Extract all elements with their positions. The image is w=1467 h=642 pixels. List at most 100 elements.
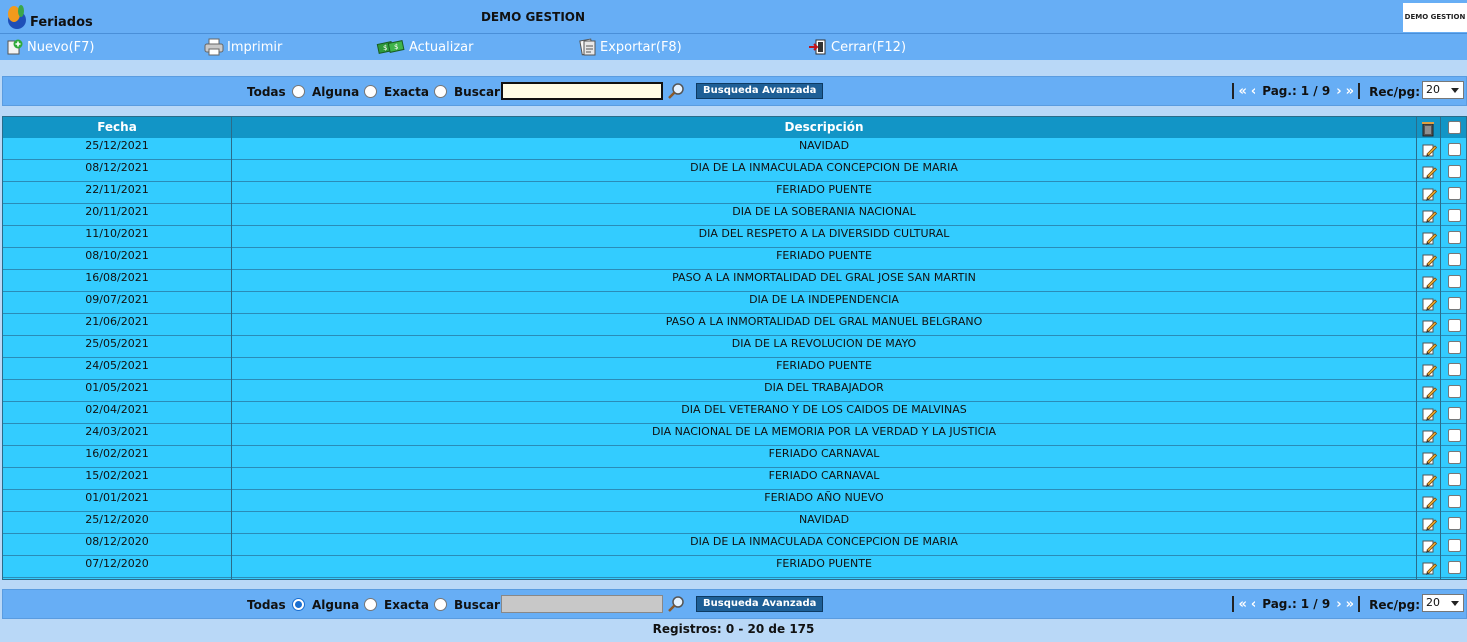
advanced-search-button[interactable]: Busqueda Avanzada <box>696 83 824 99</box>
table-row[interactable]: 24/05/2021 FERIADO PUENTE <box>3 358 1466 380</box>
row-checkbox[interactable] <box>1448 319 1461 332</box>
search-input[interactable] <box>501 595 663 613</box>
magnifier-icon[interactable] <box>667 595 685 613</box>
holidays-grid: Fecha Descripción 25/12/2021 NAVIDAD 08/12… <box>2 116 1467 580</box>
prev-page-button[interactable]: ‹ <box>1251 597 1256 612</box>
edit-pencil-icon[interactable] <box>1421 362 1437 378</box>
edit-pencil-icon[interactable] <box>1421 230 1437 246</box>
edit-pencil-icon[interactable] <box>1421 296 1437 312</box>
edit-pencil-icon[interactable] <box>1421 494 1437 510</box>
table-row[interactable]: 08/10/2021 FERIADO PUENTE <box>3 248 1466 270</box>
edit-pencil-icon[interactable] <box>1421 450 1437 466</box>
row-checkbox[interactable] <box>1448 561 1461 574</box>
print-button[interactable]: Imprimir <box>204 37 282 57</box>
row-checkbox[interactable] <box>1448 275 1461 288</box>
row-date: 07/12/2020 <box>85 557 149 570</box>
row-checkbox[interactable] <box>1448 429 1461 442</box>
search-input[interactable] <box>501 82 663 100</box>
edit-pencil-icon[interactable] <box>1421 384 1437 400</box>
table-row[interactable]: 01/05/2021 DIA DEL TRABAJADOR <box>3 380 1466 402</box>
table-row[interactable]: 15/02/2021 FERIADO CARNAVAL <box>3 468 1466 490</box>
header-date[interactable]: Fecha <box>3 117 231 138</box>
edit-pencil-icon[interactable] <box>1421 560 1437 576</box>
row-checkbox[interactable] <box>1448 253 1461 266</box>
table-row[interactable]: 21/06/2021 PASO A LA INMORTALIDAD DEL GRA… <box>3 314 1466 336</box>
edit-pencil-icon[interactable] <box>1421 472 1437 488</box>
table-row[interactable]: 25/12/2020 NAVIDAD <box>3 512 1466 534</box>
row-checkbox[interactable] <box>1448 143 1461 156</box>
edit-pencil-icon[interactable] <box>1421 274 1437 290</box>
rec-per-page-select[interactable]: 20 <box>1422 594 1464 612</box>
edit-pencil-icon[interactable] <box>1421 516 1437 532</box>
edit-pencil-icon[interactable] <box>1421 340 1437 356</box>
table-row[interactable]: 16/02/2021 FERIADO CARNAVAL <box>3 446 1466 468</box>
search-exact-radio[interactable] <box>364 598 377 611</box>
edit-pencil-icon[interactable] <box>1421 428 1437 444</box>
row-checkbox[interactable] <box>1448 517 1461 530</box>
table-row[interactable]: 11/10/2021 DIA DEL RESPETO A LA DIVERSIDD… <box>3 226 1466 248</box>
row-checkbox[interactable] <box>1448 363 1461 376</box>
new-button[interactable]: Nuevo(F7) <box>6 37 95 57</box>
advanced-search-button[interactable]: Busqueda Avanzada <box>696 596 824 612</box>
next-page-button[interactable]: › <box>1336 597 1341 612</box>
row-checkbox[interactable] <box>1448 451 1461 464</box>
row-description: FERIADO PUENTE <box>776 359 872 372</box>
table-row[interactable]: 09/07/2021 DIA DE LA INDEPENDENCIA <box>3 292 1466 314</box>
row-checkbox[interactable] <box>1448 473 1461 486</box>
row-checkbox[interactable] <box>1448 231 1461 244</box>
table-row[interactable]: 24/03/2021 DIA NACIONAL DE LA MEMORIA POR… <box>3 424 1466 446</box>
search-exact-radio[interactable] <box>364 85 377 98</box>
search-any-radio[interactable] <box>292 598 305 611</box>
table-row[interactable]: 20/11/2021 DIA DE LA SOBERANIA NACIONAL <box>3 204 1466 226</box>
trash-icon[interactable] <box>1419 119 1437 137</box>
table-row[interactable]: 08/12/2020 DIA DE LA INMACULADA CONCEPCIO… <box>3 534 1466 556</box>
export-button[interactable]: Exportar(F8) <box>577 37 682 57</box>
row-checkbox[interactable] <box>1448 407 1461 420</box>
edit-pencil-icon[interactable] <box>1421 186 1437 202</box>
row-checkbox[interactable] <box>1448 187 1461 200</box>
header-description[interactable]: Descripción <box>232 117 1416 138</box>
first-page-button[interactable]: « <box>1238 84 1246 99</box>
page-current: 1 <box>1300 84 1310 98</box>
table-row[interactable]: 25/12/2021 NAVIDAD <box>3 138 1466 160</box>
search-any-radio[interactable] <box>292 85 305 98</box>
row-checkbox[interactable] <box>1448 209 1461 222</box>
last-page-button[interactable]: » <box>1346 84 1354 99</box>
select-all-checkbox[interactable] <box>1448 121 1461 134</box>
row-description: FERIADO CARNAVAL <box>768 447 880 460</box>
first-page-button[interactable]: « <box>1238 597 1246 612</box>
edit-pencil-icon[interactable] <box>1421 208 1437 224</box>
table-row[interactable]: 25/05/2021 DIA DE LA REVOLUCION DE MAYO <box>3 336 1466 358</box>
prev-page-button[interactable]: ‹ <box>1251 84 1256 99</box>
table-row[interactable]: 16/08/2021 PASO A LA INMORTALIDAD DEL GRA… <box>3 270 1466 292</box>
edit-pencil-icon[interactable] <box>1421 538 1437 554</box>
edit-pencil-icon[interactable] <box>1421 252 1437 268</box>
row-checkbox[interactable] <box>1448 385 1461 398</box>
last-page-button[interactable]: » <box>1346 597 1354 612</box>
table-row[interactable]: 02/04/2021 DIA DEL VETERANO Y DE LOS CAID… <box>3 402 1466 424</box>
row-date: 01/05/2021 <box>85 381 149 394</box>
search-find-radio[interactable] <box>434 598 447 611</box>
edit-pencil-icon[interactable] <box>1421 318 1437 334</box>
table-row[interactable]: 07/12/2020 FERIADO PUENTE <box>3 556 1466 578</box>
table-row[interactable]: 08/12/2021 DIA DE LA INMACULADA CONCEPCIO… <box>3 160 1466 182</box>
refresh-button[interactable]: $ $ Actualizar <box>376 37 473 57</box>
edit-pencil-icon[interactable] <box>1421 164 1437 180</box>
row-checkbox[interactable] <box>1448 341 1461 354</box>
row-checkbox[interactable] <box>1448 165 1461 178</box>
table-row[interactable]: 22/11/2021 FERIADO PUENTE <box>3 182 1466 204</box>
svg-text:$: $ <box>383 44 387 52</box>
close-button[interactable]: Cerrar(F12) <box>808 37 906 57</box>
row-checkbox[interactable] <box>1448 495 1461 508</box>
rec-per-page-select[interactable]: 20 <box>1422 81 1464 99</box>
next-page-button[interactable]: › <box>1336 84 1341 99</box>
pager-separator <box>1358 596 1360 612</box>
edit-pencil-icon[interactable] <box>1421 406 1437 422</box>
edit-pencil-icon[interactable] <box>1421 142 1437 158</box>
search-find-radio[interactable] <box>434 85 447 98</box>
table-row[interactable]: 01/01/2021 FERIADO AÑO NUEVO <box>3 490 1466 512</box>
search-all-label: Todas <box>247 598 286 612</box>
row-checkbox[interactable] <box>1448 539 1461 552</box>
magnifier-icon[interactable] <box>667 82 685 100</box>
row-checkbox[interactable] <box>1448 297 1461 310</box>
